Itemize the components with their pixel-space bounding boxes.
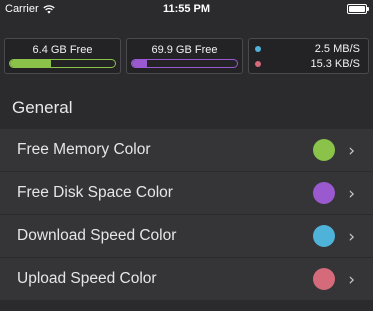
upload-speed-row: 15.3 KB/S [255,58,360,70]
status-time: 11:55 PM [162,3,211,15]
chevron-right-icon: › [348,141,355,161]
battery-icon [347,4,369,14]
row-label: Free Memory Color [17,141,151,158]
color-swatch [313,139,335,161]
row-free-memory-color[interactable]: Free Memory Color › [0,129,373,172]
network-widget[interactable]: 2.5 MB/S 15.3 KB/S [248,38,369,74]
download-speed-row: 2.5 MB/S [255,43,360,55]
widgets-bar: 6.4 GB Free 69.9 GB Free 2.5 MB/S 15.3 K… [4,38,369,74]
row-label: Download Speed Color [17,227,177,244]
disk-free-label: 69.9 GB Free [151,44,218,56]
chevron-right-icon: › [348,184,355,204]
row-download-speed-color[interactable]: Download Speed Color › [0,215,373,258]
memory-bar-fill [10,60,51,67]
upload-speed-value: 15.3 KB/S [310,58,360,70]
download-dot-icon [255,46,261,52]
color-swatch [313,182,335,204]
disk-bar [131,59,238,68]
download-speed-value: 2.5 MB/S [314,43,360,55]
memory-free-label: 6.4 GB Free [32,44,93,56]
row-upload-speed-color[interactable]: Upload Speed Color › [0,258,373,301]
upload-dot-icon [255,61,261,67]
row-label: Upload Speed Color [17,270,157,287]
chevron-right-icon: › [348,270,355,290]
disk-widget[interactable]: 69.9 GB Free [126,38,243,74]
color-swatch [313,268,335,290]
chevron-right-icon: › [348,227,355,247]
row-free-disk-space-color[interactable]: Free Disk Space Color › [0,172,373,215]
memory-bar [9,59,116,68]
section-title: General [12,98,73,117]
disk-bar-fill [132,60,147,67]
memory-widget[interactable]: 6.4 GB Free [4,38,121,74]
status-bar: Carrier 11:55 PM [0,0,373,20]
color-swatch [313,225,335,247]
row-label: Free Disk Space Color [17,184,173,201]
settings-list: Free Memory Color › Free Disk Space Colo… [0,129,373,301]
